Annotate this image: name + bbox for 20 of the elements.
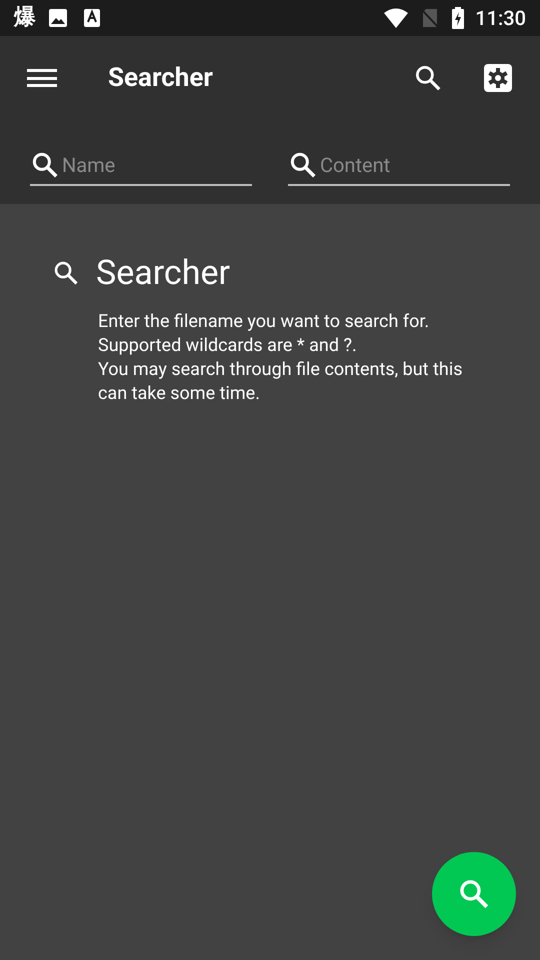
no-sim-icon (421, 8, 440, 28)
notification-icon: 爆 (14, 7, 36, 29)
menu-button[interactable] (27, 67, 57, 89)
description-text: Supported wildcards are * and ?. (98, 334, 358, 358)
image-icon (48, 8, 68, 28)
wifi-icon (383, 8, 410, 28)
search-icon (30, 150, 60, 180)
description-text: Enter the filename you want to search for. (98, 310, 430, 334)
app-icon (83, 8, 101, 28)
search-icon (288, 150, 318, 180)
search-button[interactable] (413, 63, 443, 93)
clock-time: 11:30 (475, 5, 526, 32)
search-icon (52, 259, 80, 287)
empty-state-title: Searcher (96, 256, 230, 290)
app-title: Searcher (108, 62, 213, 94)
battery-icon (451, 7, 466, 29)
search-field[interactable]: Content (320, 150, 510, 180)
description-text: You may search through file contents, but this can take some time. (98, 358, 464, 406)
search-field[interactable]: Name (62, 150, 252, 180)
settings-button[interactable] (483, 63, 513, 93)
